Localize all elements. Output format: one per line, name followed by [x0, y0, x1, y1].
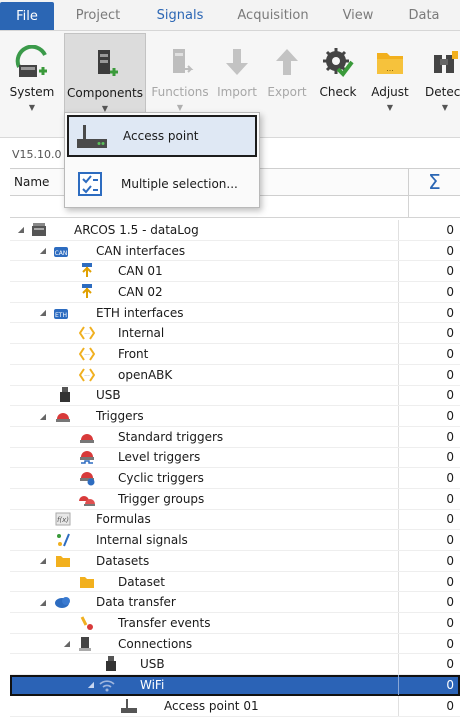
- collapse-icon[interactable]: ◢: [16, 225, 26, 234]
- tree-row-access-point-01[interactable]: Access point 01 0: [10, 695, 460, 717]
- tree-row-openabk[interactable]: ··· openABK 0: [10, 364, 460, 386]
- folder-icon: [54, 552, 72, 570]
- tree-row-can02[interactable]: CAN 02 0: [10, 282, 460, 303]
- trigger-group-icon: [78, 490, 96, 508]
- can-icon: CAN: [52, 242, 70, 260]
- tree-row-internal[interactable]: ··· Internal 0: [10, 323, 460, 345]
- cyclic-trigger-icon: [78, 469, 96, 487]
- tree-row-standard-triggers[interactable]: Standard triggers 0: [10, 426, 460, 448]
- gear-check-icon: [322, 33, 354, 79]
- export-button[interactable]: Export: [264, 33, 310, 131]
- menu-tab-acquisition[interactable]: Acquisition: [224, 0, 322, 30]
- components-dropdown: Access point Multiple selection...: [64, 112, 260, 208]
- tree-row-arcos[interactable]: ◢ ARCOS 1.5 - dataLog 0: [10, 220, 460, 241]
- svg-text:CAN: CAN: [55, 250, 68, 257]
- components-icon: [90, 34, 120, 80]
- check-button[interactable]: Check: [314, 33, 362, 131]
- menu-tab-data[interactable]: Data: [394, 0, 454, 30]
- svg-text:ETH: ETH: [55, 312, 67, 319]
- svg-text:···: ···: [84, 373, 90, 380]
- chevron-down-icon: ▼: [386, 103, 394, 112]
- svg-text:···: ···: [84, 331, 90, 338]
- tree-row-connections[interactable]: ◢ Connections 0: [10, 633, 460, 655]
- transfer-event-icon: [78, 614, 96, 632]
- tree-row-internal-signals[interactable]: Internal signals 0: [10, 530, 460, 551]
- folder-icon: ...: [374, 33, 406, 79]
- usb-icon: [102, 655, 120, 673]
- detect-button[interactable]: Detect ▼: [420, 33, 460, 131]
- tree-row-formulas[interactable]: f(x) Formulas 0: [10, 509, 460, 531]
- chevron-down-icon: ▼: [28, 103, 36, 112]
- chevron-down-icon: ▼: [176, 103, 184, 112]
- sum-column-header[interactable]: Σ: [408, 169, 460, 196]
- level-trigger-icon: [78, 448, 96, 466]
- usb-icon: [56, 386, 74, 404]
- tree-row-wifi[interactable]: ◢ WiFi 0: [10, 675, 460, 696]
- tree-row-front[interactable]: ··· Front 0: [10, 344, 460, 365]
- folder-icon: [78, 573, 96, 591]
- trigger-icon: [54, 407, 72, 425]
- tree-row-can01[interactable]: CAN 01 0: [10, 261, 460, 283]
- tree-row-dataset[interactable]: Dataset 0: [10, 571, 460, 593]
- collapse-icon[interactable]: ◢: [62, 639, 72, 648]
- menu-item-access-point[interactable]: Access point: [67, 115, 257, 157]
- trigger-icon: [78, 428, 96, 446]
- internal-signal-icon: [54, 531, 72, 549]
- eth-port-icon: ···: [78, 345, 96, 363]
- tree-row-level-triggers[interactable]: Level triggers 0: [10, 447, 460, 469]
- can-port-icon: [78, 283, 96, 301]
- export-arrow-icon: [272, 33, 302, 79]
- eth-port-icon: ···: [78, 324, 96, 342]
- menu-bar: File Project Signals Acquisition View Da…: [0, 0, 460, 30]
- menu-tab-view[interactable]: View: [322, 0, 394, 30]
- eth-icon: ETH: [52, 304, 70, 322]
- menu-tab-file[interactable]: File: [0, 2, 54, 30]
- tree-row-triggers[interactable]: ◢ Triggers 0: [10, 406, 460, 427]
- tree-row-cyclic-triggers[interactable]: Cyclic triggers 0: [10, 468, 460, 489]
- eth-port-icon: ···: [78, 366, 96, 384]
- tree-row-datasets[interactable]: ◢ Datasets 0: [10, 551, 460, 572]
- tree-row-trigger-groups[interactable]: Trigger groups 0: [10, 488, 460, 510]
- tree-row-data-transfer[interactable]: ◢ Data transfer 0: [10, 592, 460, 614]
- menu-tab-signals[interactable]: Signals: [136, 0, 224, 30]
- collapse-icon[interactable]: ◢: [38, 246, 48, 255]
- menu-item-multiple-selection[interactable]: Multiple selection...: [67, 163, 257, 205]
- functions-icon: [165, 33, 195, 79]
- multi-select-icon: [67, 170, 113, 198]
- collapse-icon[interactable]: ◢: [38, 308, 48, 317]
- svg-text:···: ···: [84, 352, 90, 359]
- access-point-icon: [120, 697, 138, 715]
- adjust-button[interactable]: ... Adjust ▼: [366, 33, 414, 131]
- name-column-header[interactable]: Name: [14, 175, 49, 189]
- datalogger-icon: [30, 221, 48, 239]
- can-port-icon: [78, 262, 96, 280]
- formula-icon: f(x): [54, 510, 72, 528]
- wifi-icon: [98, 676, 116, 694]
- tree-row-usb[interactable]: USB 0: [10, 385, 460, 407]
- tree-row-connection-usb[interactable]: USB 0: [10, 654, 460, 676]
- tree-row-eth-interfaces[interactable]: ◢ ETH ETH interfaces 0: [10, 302, 460, 324]
- collapse-icon[interactable]: ◢: [38, 556, 48, 565]
- system-icon: [15, 33, 49, 79]
- svg-text:f(x): f(x): [57, 516, 69, 524]
- chevron-down-icon: ▼: [441, 103, 449, 112]
- tree-row-can-interfaces[interactable]: ◢ CAN CAN interfaces 0: [10, 240, 460, 262]
- system-button[interactable]: System ▼: [4, 33, 60, 131]
- cloud-icon: [54, 593, 72, 611]
- version-label: V15.10.0: [12, 148, 62, 161]
- collapse-icon[interactable]: ◢: [86, 680, 96, 689]
- svg-text:...: ...: [386, 64, 394, 73]
- connection-icon: [76, 635, 94, 653]
- menu-tab-project[interactable]: Project: [60, 0, 136, 30]
- collapse-icon[interactable]: ◢: [38, 598, 48, 607]
- collapse-icon[interactable]: ◢: [38, 412, 48, 421]
- binoculars-icon: [430, 33, 460, 79]
- access-point-icon: [69, 123, 115, 149]
- import-arrow-icon: [222, 33, 252, 79]
- tree-row-transfer-events[interactable]: Transfer events 0: [10, 613, 460, 634]
- signal-tree: ◢ ARCOS 1.5 - dataLog 0 ◢ CAN CAN interf…: [10, 220, 460, 717]
